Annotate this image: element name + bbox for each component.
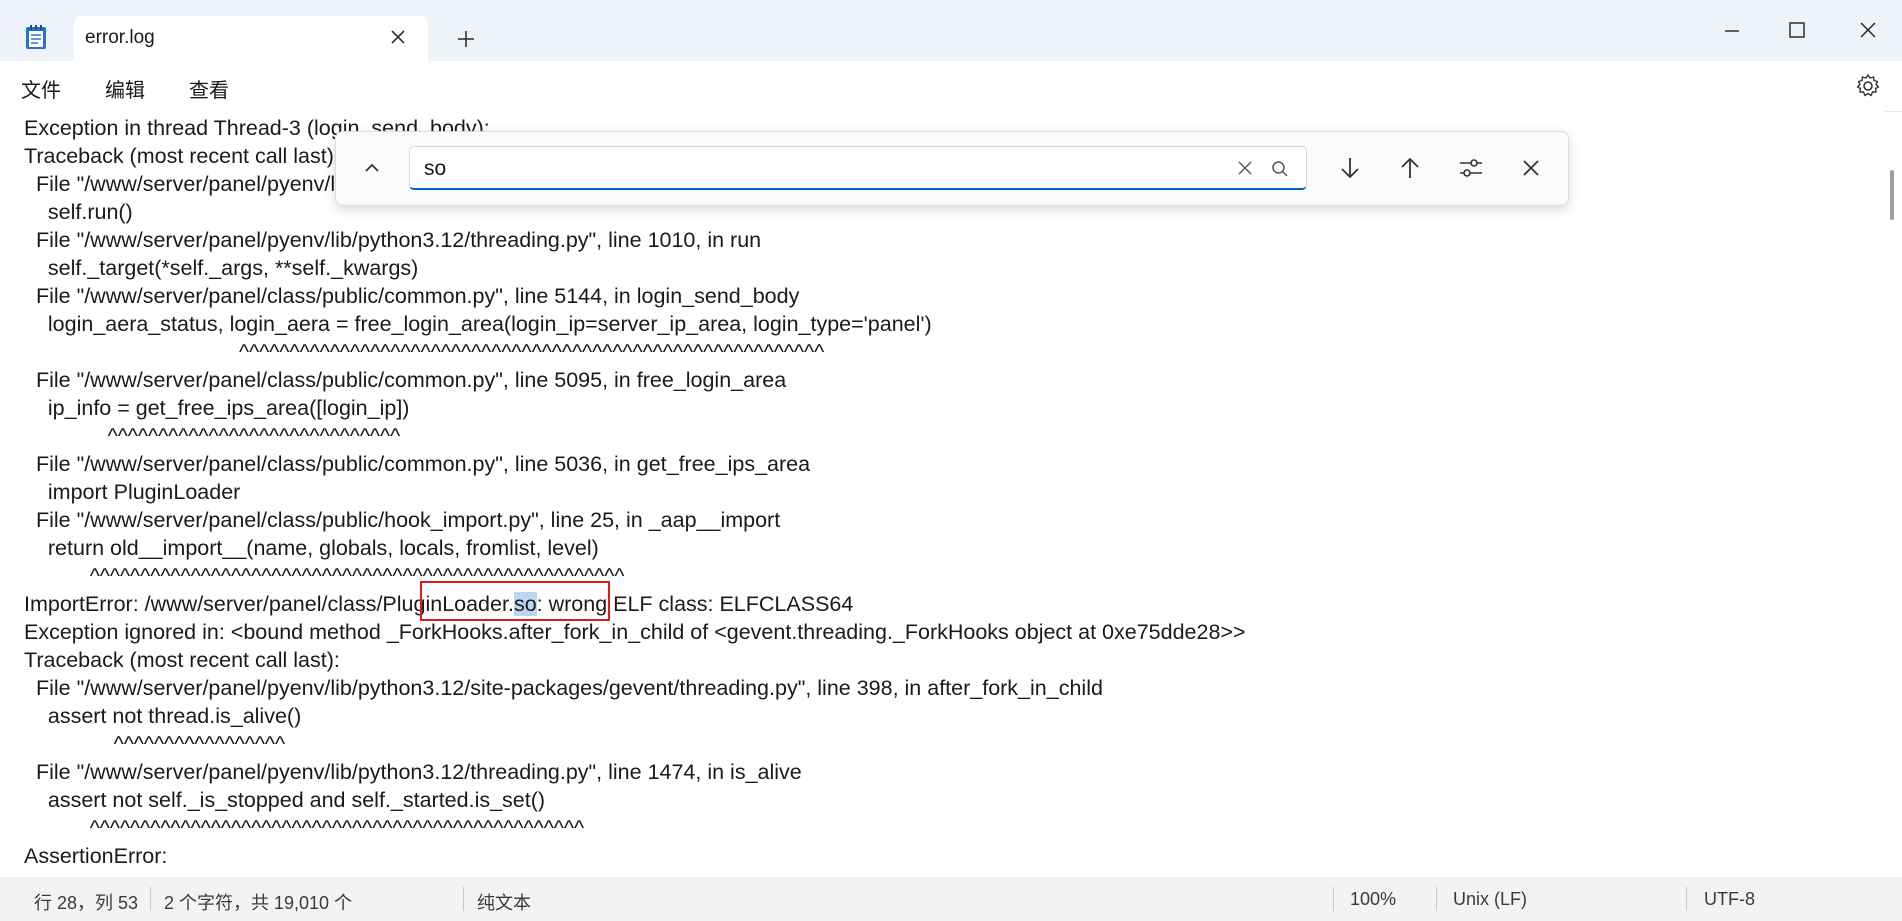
encoding[interactable]: UTF-8 <box>1704 889 1755 910</box>
selection-count: 2 个字符，共 19,010 个 <box>164 893 353 913</box>
zoom-level[interactable]: 100% <box>1350 889 1396 910</box>
chevron-up-icon[interactable] <box>358 154 386 182</box>
text-line: ^^^^^^^^^^^^^^^^^^^^^^^^^^^^^ <box>24 424 401 448</box>
text-line: assert not self._is_stopped and self._st… <box>24 788 546 812</box>
find-input-container[interactable] <box>409 146 1307 190</box>
text-line: ^^^^^^^^^^^^^^^^^ <box>24 732 286 756</box>
window-close-icon[interactable] <box>1846 12 1890 48</box>
text-line: AssertionError: <box>24 844 168 868</box>
text-line: File "/www/server/panel/pyenv/lib/python… <box>24 228 762 252</box>
minimize-icon[interactable] <box>1710 12 1754 48</box>
text-line: Traceback (most recent call last): <box>24 144 340 168</box>
text-line: File "/www/server/panel/pyenv/lib/python… <box>24 760 802 784</box>
status-divider <box>463 887 464 911</box>
arrow-down-icon[interactable] <box>1336 154 1364 182</box>
plus-icon[interactable] <box>455 28 477 50</box>
text-editor[interactable]: Exception in thread Thread-3 (login_send… <box>0 111 1884 877</box>
text-line: ^^^^^^^^^^^^^^^^^^^^^^^^^^^^^^^^^^^^^^^^… <box>24 340 825 364</box>
text-line: self._target(*self._args, **self._kwargs… <box>24 256 419 280</box>
close-icon[interactable] <box>1517 154 1545 182</box>
tab-title: error.log <box>85 27 155 48</box>
tab-error-log[interactable]: error.log <box>74 16 428 61</box>
maximize-icon[interactable] <box>1774 12 1818 48</box>
text-line: File "/www/server/panel/class/public/com… <box>24 452 811 476</box>
text-line: assert not thread.is_alive() <box>24 704 302 728</box>
text-line: File "/www/server/panel/class/public/hoo… <box>24 508 781 532</box>
sliders-icon[interactable] <box>1457 154 1485 182</box>
text-line: ip_info = get_free_ips_area([login_ip]) <box>24 396 410 420</box>
notepad-icon <box>26 25 46 49</box>
cursor-position: 行 28，列 53 <box>34 893 139 913</box>
text-line: File "/www/server/panel/class/public/com… <box>24 368 787 392</box>
find-bar <box>335 131 1569 206</box>
vertical-scrollbar[interactable] <box>1890 170 1894 220</box>
text-line: return old__import__(name, globals, loca… <box>24 536 599 560</box>
status-divider <box>1436 887 1437 911</box>
text-line: Exception ignored in: <bound method _For… <box>24 620 1246 644</box>
status-divider <box>1333 887 1334 911</box>
gear-icon[interactable] <box>1855 73 1881 99</box>
file-format[interactable]: 纯文本 <box>477 889 531 915</box>
text-line: ^^^^^^^^^^^^^^^^^^^^^^^^^^^^^^^^^^^^^^^^… <box>24 816 585 840</box>
clear-icon[interactable] <box>1236 159 1254 177</box>
text-line: login_aera_status, login_aera = free_log… <box>24 312 932 336</box>
red-highlight-box <box>420 581 610 621</box>
menu-view[interactable]: 查看 <box>189 74 229 103</box>
line-ending[interactable]: Unix (LF) <box>1453 889 1527 910</box>
text-line: self.run() <box>24 200 133 224</box>
text-line: File "/www/server/panel/class/public/com… <box>24 284 800 308</box>
text-line: Traceback (most recent call last): <box>24 648 340 672</box>
search-icon[interactable] <box>1270 159 1290 179</box>
menu-file[interactable]: 文件 <box>21 74 61 103</box>
arrow-up-icon[interactable] <box>1396 154 1424 182</box>
close-icon[interactable] <box>388 27 408 47</box>
text-line: import PluginLoader <box>24 480 241 504</box>
find-input[interactable] <box>422 153 1206 185</box>
status-divider <box>1686 887 1687 911</box>
menu-edit[interactable]: 编辑 <box>105 74 145 103</box>
menu-bar: 文件 编辑 查看 <box>0 61 1902 112</box>
title-bar: error.log <box>0 0 1902 61</box>
text-line: File "/www/server/panel/pyenv/lib/python… <box>24 676 1103 700</box>
status-bar: 行 28，列 53 2 个字符，共 19,010 个 纯文本 100% Unix… <box>0 877 1902 921</box>
status-divider <box>150 887 151 911</box>
